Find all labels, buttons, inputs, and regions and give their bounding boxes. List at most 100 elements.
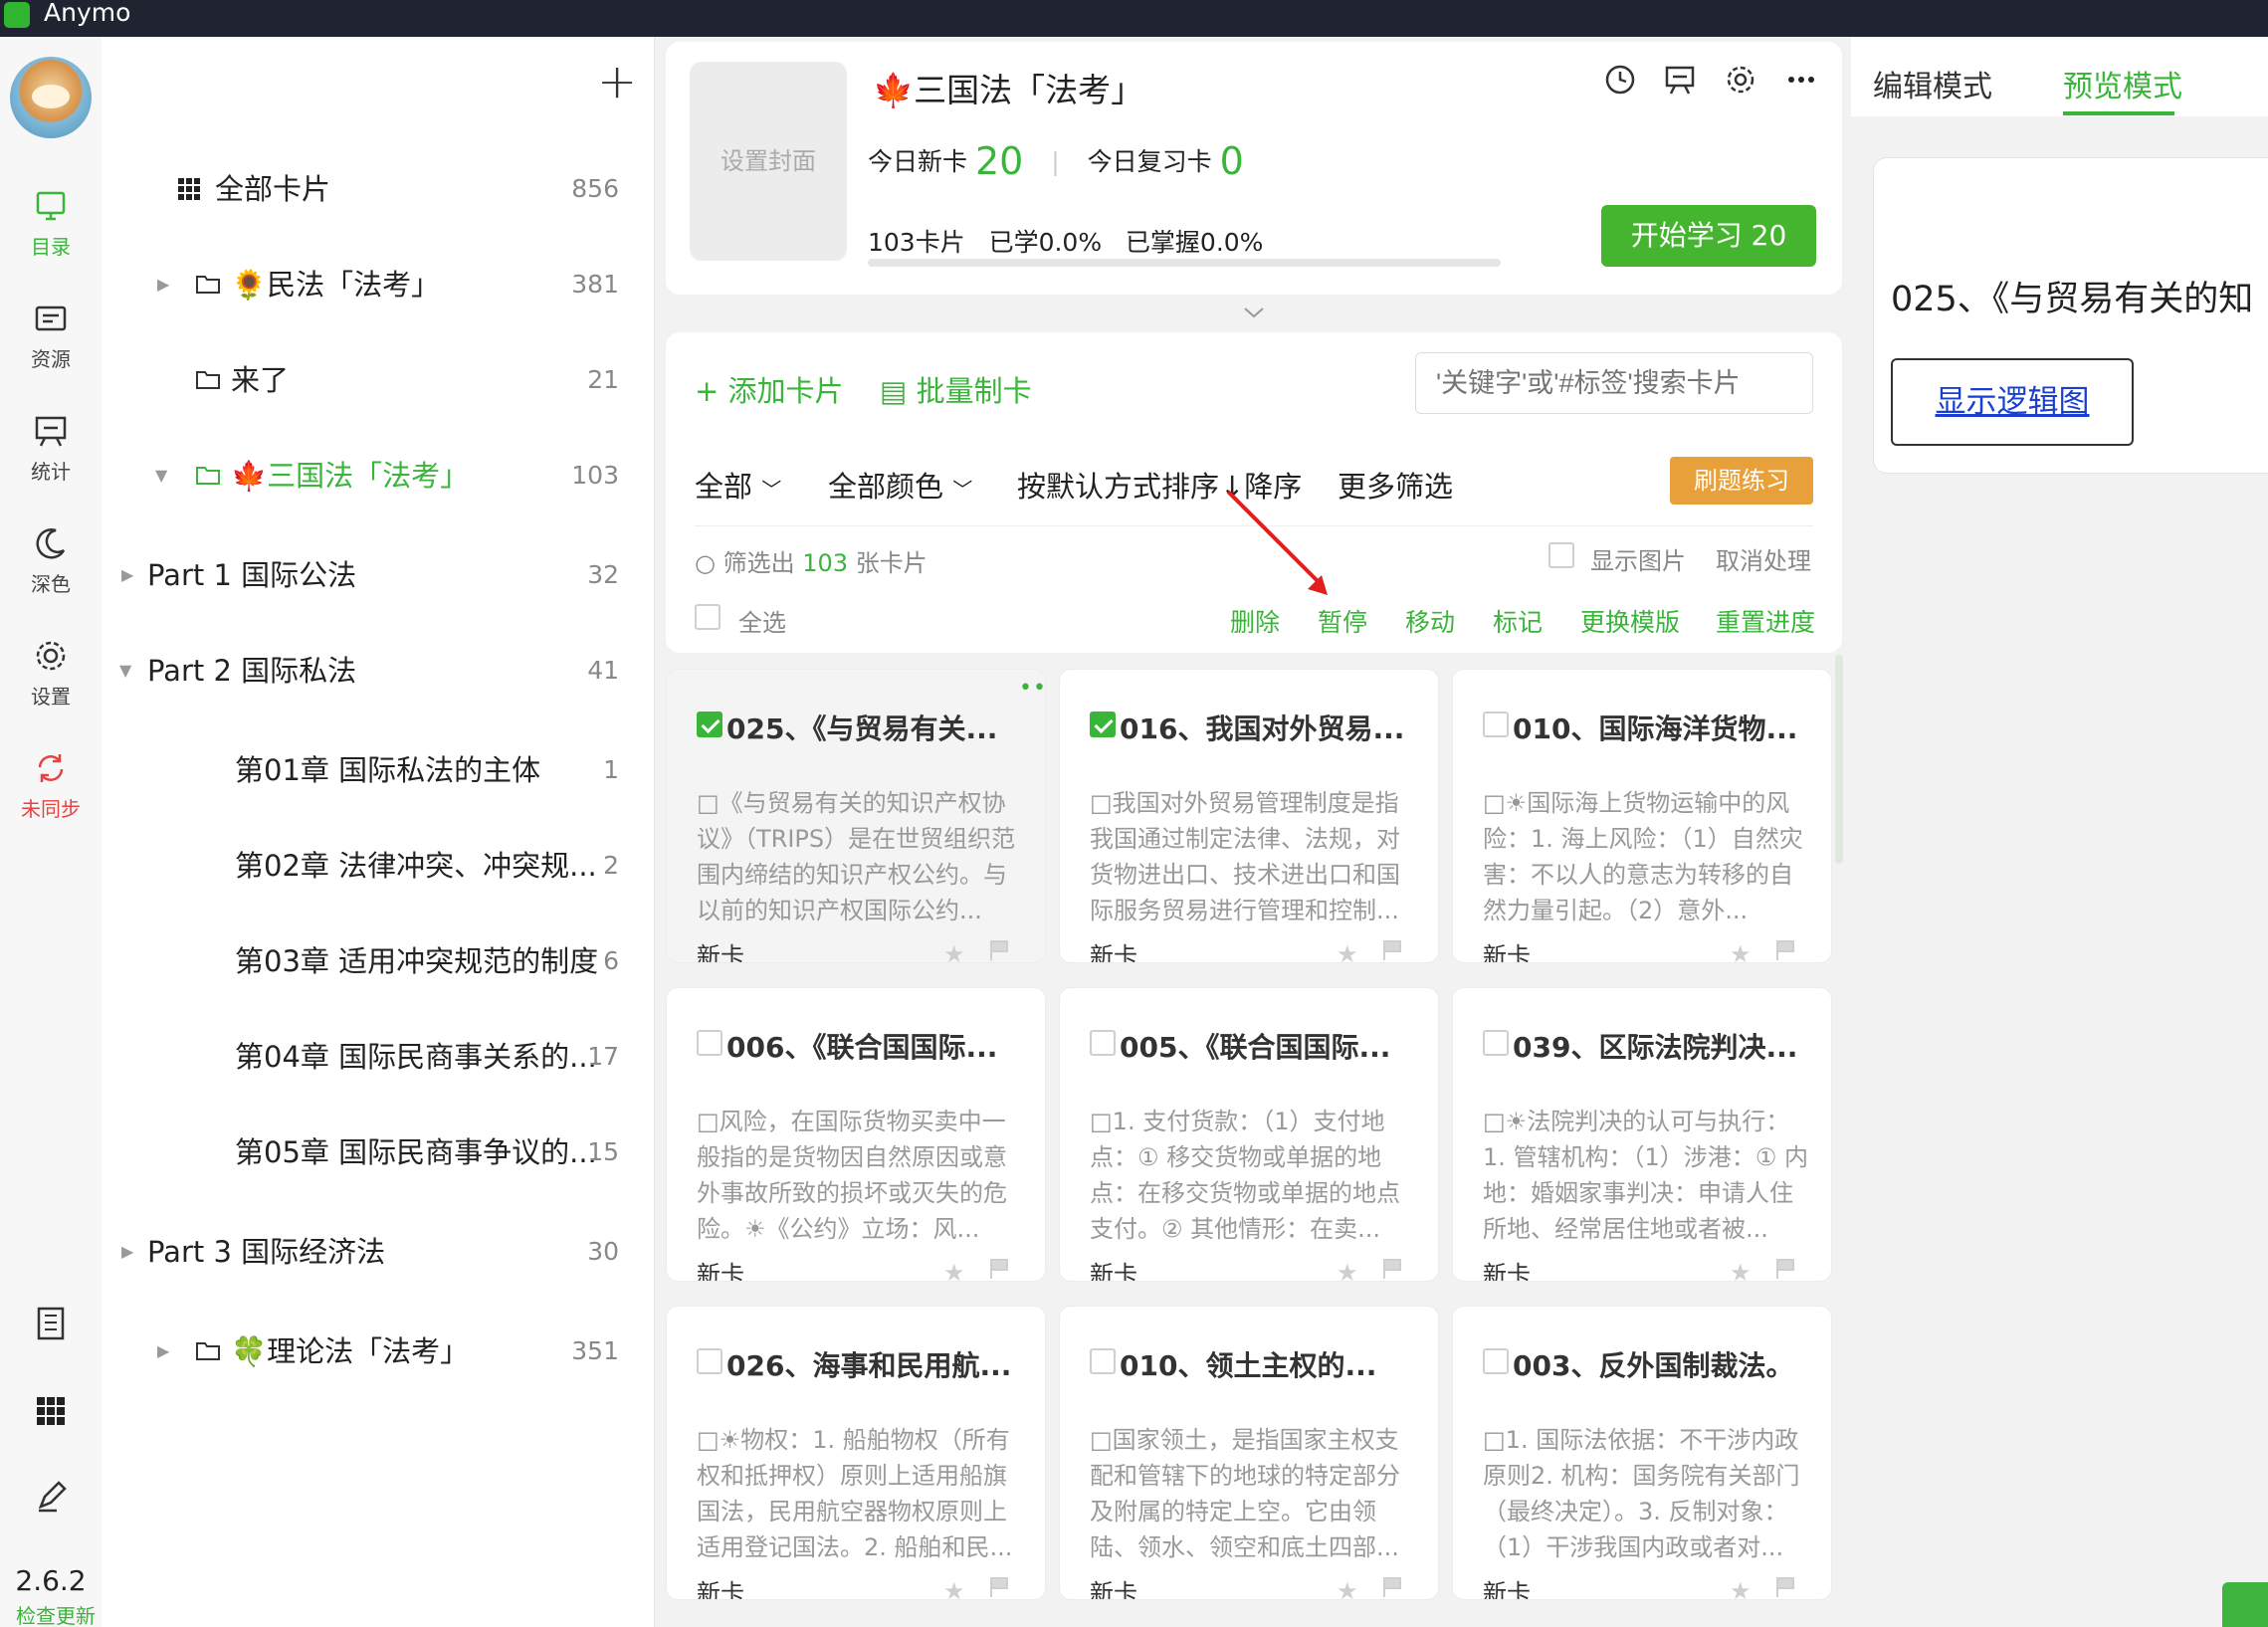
tree-item-chapter-03[interactable]: 第03章 适用冲突规范的制度 6 (102, 941, 655, 981)
more-icon[interactable] (1783, 62, 1819, 98)
move-button[interactable]: 移动 (1405, 603, 1455, 639)
chevron-right-icon[interactable]: ▶ (157, 275, 171, 295)
flag-icon[interactable] (1380, 1575, 1404, 1599)
card-item[interactable]: 010、国际海洋货物... □☀国际海上货物运输中的风险：1. 海上风险：（1）自… (1452, 669, 1832, 963)
flag-icon[interactable] (1773, 938, 1797, 962)
nav-settings[interactable]: 设置 (0, 637, 102, 710)
more-filters-button[interactable]: 更多筛选 (1338, 464, 1453, 506)
tree-item-part-2[interactable]: ▼ Part 2 国际私法 41 (102, 651, 655, 691)
card-checkbox[interactable] (697, 1030, 722, 1056)
set-cover-button[interactable]: 设置封面 (690, 62, 847, 261)
chevron-down-icon[interactable]: ▼ (119, 661, 133, 681)
add-card-button[interactable]: + 添加卡片 (695, 368, 844, 410)
app-logo-icon (4, 2, 30, 28)
star-icon[interactable]: ★ (1730, 1577, 1752, 1599)
star-icon[interactable]: ★ (1730, 1259, 1752, 1281)
card-checkbox[interactable] (1483, 1030, 1509, 1056)
star-icon[interactable]: ★ (1730, 940, 1752, 962)
tree-item-chapter-02[interactable]: 第02章 法律冲突、冲突规... 2 (102, 846, 655, 886)
star-icon[interactable]: ★ (1337, 1259, 1358, 1281)
tree-item-all-cards[interactable]: 全部卡片 856 (102, 169, 655, 209)
avatar[interactable] (10, 57, 92, 138)
sort-dropdown[interactable]: 按默认方式排序 (1017, 464, 1219, 506)
scrollbar[interactable] (1835, 655, 1843, 864)
tree-item-chapter-04[interactable]: 第04章 国际民商事关系的... 17 (102, 1037, 655, 1077)
flag-icon[interactable] (987, 938, 1011, 962)
card-item[interactable]: 026、海事和民用航... □☀物权：1. 船舶物权（所有权和抵押权）原则上适用船… (666, 1306, 1046, 1600)
nav-dark-mode[interactable]: 深色 (0, 524, 102, 597)
card-title: 006、《联合国国际... (726, 1031, 998, 1064)
star-icon[interactable]: ★ (943, 1577, 965, 1599)
card-checkbox[interactable] (1090, 1348, 1116, 1374)
star-icon[interactable]: ★ (1337, 1577, 1358, 1599)
star-icon[interactable]: ★ (943, 1259, 965, 1281)
show-mind-map-button[interactable]: 显示逻辑图 (1891, 358, 2134, 446)
card-checkbox[interactable] (1483, 712, 1509, 737)
card-checkbox[interactable] (1090, 712, 1116, 737)
card-item[interactable]: 006、《联合国国际... □风险，在国际货物买卖中一般指的是货物因自然原因或意外… (666, 987, 1046, 1282)
grid-icon[interactable] (31, 1391, 71, 1431)
card-item[interactable]: 039、区际法院判决... □☀法院判决的认可与执行：1. 管辖机构：（1）涉港：… (1452, 987, 1832, 1282)
card-checkbox[interactable] (697, 712, 722, 737)
mark-button[interactable]: 标记 (1493, 603, 1543, 639)
card-item[interactable]: 016、我国对外贸易... □我国对外贸易管理制度是指我国通过制定法律、法规，对货… (1059, 669, 1439, 963)
search-input[interactable] (1415, 352, 1813, 414)
nav-catalog[interactable]: 目录 (0, 187, 102, 260)
card-item[interactable]: 025、《与贸易有关... □《与贸易有关的知识产权协议》（TRIPS）是在世贸组… (666, 669, 1046, 963)
batch-create-button[interactable]: ▤ 批量制卡 (880, 368, 1032, 410)
gear-icon[interactable] (1723, 62, 1758, 98)
check-update-link[interactable]: 检查更新 (0, 1600, 111, 1627)
floating-action-button[interactable] (2222, 1582, 2268, 1627)
card-item[interactable]: 010、领土主权的... □国家领土，是指国家主权支配和管辖下的地球的特定部分及附… (1059, 1306, 1439, 1600)
tree-item-international-law[interactable]: ▼ 🍁三国法「法考」 103 (102, 456, 655, 496)
nav-resources[interactable]: 资源 (0, 300, 102, 372)
flag-icon[interactable] (1380, 1257, 1404, 1281)
flag-icon[interactable] (1773, 1257, 1797, 1281)
tree-item-chapter-01[interactable]: 第01章 国际私法的主体 1 (102, 750, 655, 790)
card-item[interactable]: 003、反外国制裁法。 □1. 国际法依据：不干涉内政原则2. 机构：国务院有关部… (1452, 1306, 1832, 1600)
more-icon[interactable]: ••• (1019, 676, 1045, 701)
outline-icon[interactable] (31, 1304, 71, 1343)
filter-all-dropdown[interactable]: 全部 ﹀ (695, 464, 781, 506)
chevron-down-icon[interactable] (1242, 305, 1266, 320)
nav-sync[interactable]: 未同步 (0, 749, 102, 822)
filter-color-dropdown[interactable]: 全部颜色 ﹀ (828, 464, 972, 506)
chevron-right-icon[interactable]: ▶ (157, 1341, 171, 1361)
add-deck-button[interactable]: + (597, 58, 637, 105)
delete-button[interactable]: 删除 (1230, 603, 1280, 639)
card-checkbox[interactable] (697, 1348, 722, 1374)
tree-item-part-1[interactable]: ▶ Part 1 国际公法 32 (102, 555, 655, 595)
tree-item-chapter-05[interactable]: 第05章 国际民商事争议的... 15 (102, 1132, 655, 1172)
cancel-processing-button[interactable]: 取消处理 (1716, 541, 1811, 576)
flag-icon[interactable] (1773, 1575, 1797, 1599)
star-icon[interactable]: ★ (1337, 940, 1358, 962)
presentation-icon[interactable] (1662, 62, 1698, 98)
start-study-button[interactable]: 开始学习 20 (1601, 205, 1816, 267)
card-item[interactable]: 005、《联合国国际... □1. 支付货款：（1）支付地点：① 移交货物或单据的… (1059, 987, 1439, 1282)
change-template-button[interactable]: 更换模版 (1580, 603, 1680, 639)
tab-edit-mode[interactable]: 编辑模式 (1873, 62, 1992, 105)
practice-button[interactable]: 刷题练习 (1670, 457, 1813, 505)
pen-icon[interactable] (31, 1477, 71, 1517)
chevron-right-icon[interactable]: ▶ (121, 1242, 135, 1262)
tree-item-civil-law[interactable]: ▶ 🌻民法「法考」 381 (102, 265, 655, 305)
card-checkbox[interactable] (1483, 1348, 1509, 1374)
preview-title: 025、《与贸易有关的知 (1891, 280, 2254, 319)
nav-stats[interactable]: 统计 (0, 412, 102, 485)
chevron-down-icon[interactable]: ▼ (155, 466, 169, 486)
select-all-checkbox[interactable] (695, 604, 721, 630)
tree-item-part-3[interactable]: ▶ Part 3 国际经济法 30 (102, 1232, 655, 1272)
tree-item-lai-le[interactable]: 来了 21 (102, 360, 655, 400)
flag-icon[interactable] (1380, 938, 1404, 962)
reset-progress-button[interactable]: 重置进度 (1716, 603, 1815, 639)
pause-button[interactable]: 暂停 (1318, 603, 1367, 639)
tab-preview-mode[interactable]: 预览模式 (2063, 62, 2182, 105)
clock-icon[interactable] (1602, 62, 1638, 98)
flag-icon[interactable] (987, 1257, 1011, 1281)
show-images-checkbox[interactable] (1548, 542, 1574, 568)
flag-icon[interactable] (987, 1575, 1011, 1599)
new-cards-count: 20 (974, 139, 1024, 183)
card-checkbox[interactable] (1090, 1030, 1116, 1056)
star-icon[interactable]: ★ (943, 940, 965, 962)
tree-item-theory-law[interactable]: ▶ 🍀理论法「法考」 351 (102, 1331, 655, 1371)
